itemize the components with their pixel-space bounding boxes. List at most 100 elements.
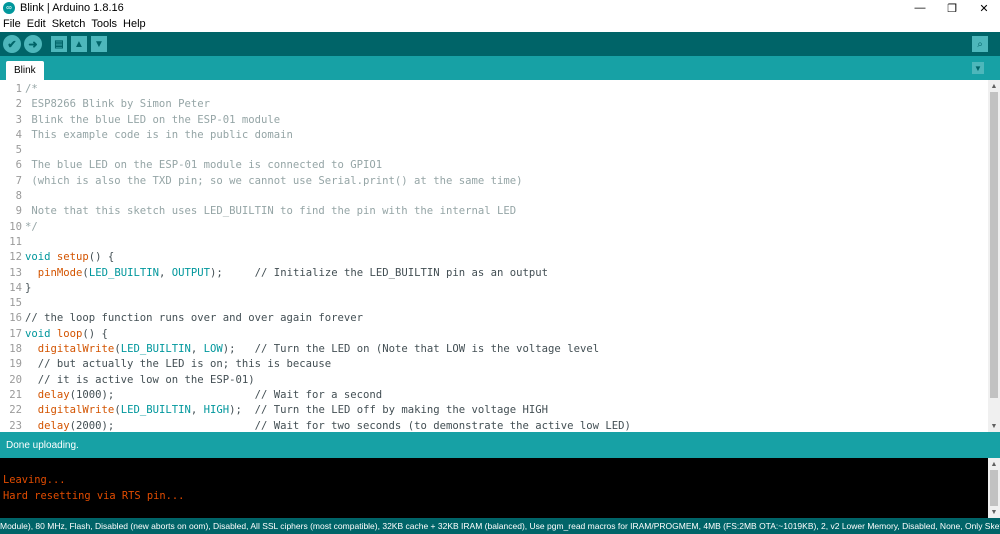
arrow-up-icon: ▲ <box>74 38 84 50</box>
code-line[interactable]: digitalWrite(LED_BUILTIN, HIGH); // Turn… <box>25 403 986 418</box>
tab-menu-button[interactable]: ▼ <box>972 62 984 74</box>
code-token: (which is also the TXD pin; so we cannot… <box>25 174 523 187</box>
code-token: setup <box>56 251 89 264</box>
console-line: Leaving... <box>3 474 66 486</box>
code-area[interactable]: /* ESP8266 Blink by Simon Peter Blink th… <box>25 82 986 432</box>
code-token: , <box>190 404 204 417</box>
menu-bar: File Edit Sketch Tools Help <box>0 16 1000 32</box>
scroll-down-icon[interactable]: ▼ <box>988 420 1000 432</box>
line-number: 16 <box>9 312 22 325</box>
serial-monitor-button[interactable]: ⌕ <box>972 36 988 52</box>
code-token: LED_BUILTIN <box>88 266 159 279</box>
code-token: } <box>25 281 32 294</box>
line-number: 13 <box>9 266 22 279</box>
chevron-down-icon: ▼ <box>974 63 982 73</box>
code-token: ESP8266 Blink by Simon Peter <box>25 98 210 111</box>
close-button[interactable]: ✕ <box>968 0 1000 16</box>
line-number: 14 <box>9 281 22 294</box>
code-token: */ <box>25 220 38 233</box>
code-line[interactable]: /* <box>25 82 986 97</box>
toolbar: ✔ ➜ ▤ ▲ ▼ ⌕ <box>0 32 1000 56</box>
console-vertical-scrollbar[interactable]: ▲ ▼ <box>988 458 1000 518</box>
code-line[interactable]: delay(1000); // Wait for a second <box>25 388 986 403</box>
code-line[interactable]: (which is also the TXD pin; so we cannot… <box>25 174 986 189</box>
line-number: 22 <box>9 404 22 417</box>
menu-edit[interactable]: Edit <box>27 18 46 30</box>
save-sketch-button[interactable]: ▼ <box>91 36 107 52</box>
code-token: , <box>158 266 172 279</box>
line-number: 12 <box>9 251 22 264</box>
line-number: 8 <box>15 190 22 203</box>
code-line[interactable]: The blue LED on the ESP-01 module is con… <box>25 158 986 173</box>
arduino-logo-icon: ∞ <box>3 2 15 14</box>
window-controls: — ❐ ✕ <box>904 0 1000 16</box>
window-title: Blink | Arduino 1.8.16 <box>20 2 124 14</box>
line-number: 17 <box>9 327 22 340</box>
code-token: // it is active low on the ESP-01) <box>25 373 255 386</box>
code-line[interactable] <box>25 235 986 250</box>
menu-file[interactable]: File <box>3 18 21 30</box>
code-token: , <box>190 343 204 356</box>
arrow-right-icon: ➜ <box>28 38 38 51</box>
scroll-up-icon[interactable]: ▲ <box>988 80 1000 92</box>
menu-tools[interactable]: Tools <box>91 18 117 30</box>
code-editor[interactable]: 1 2 3 4 5 6 7 8 9 10 11 12 13 14 15 16 17 18 19 20 21 22 23 /*… <box>0 80 1000 432</box>
code-line[interactable]: Note that this sketch uses LED_BUILTIN t… <box>25 204 986 219</box>
code-token: ); // Turn the LED off by making the vol… <box>229 404 549 417</box>
code-token: Blink the blue LED on the ESP-01 module <box>25 113 281 126</box>
editor-vertical-scrollbar[interactable]: ▲ ▼ <box>988 80 1000 432</box>
code-token: LOW <box>203 343 223 356</box>
code-line[interactable]: // it is active low on the ESP-01) <box>25 373 986 388</box>
code-line[interactable]: void loop() { <box>25 327 986 342</box>
menu-help[interactable]: Help <box>123 18 146 30</box>
code-line[interactable]: // the loop function runs over and over … <box>25 311 986 326</box>
upload-button[interactable]: ➜ <box>24 35 42 53</box>
code-token: void <box>25 327 51 340</box>
console-line: Hard resetting via RTS pin... <box>3 489 185 502</box>
line-number: 2 <box>15 98 22 111</box>
new-sketch-button[interactable]: ▤ <box>51 36 67 52</box>
code-line[interactable]: digitalWrite(LED_BUILTIN, LOW); // Turn … <box>25 342 986 357</box>
code-line[interactable]: } <box>25 281 986 296</box>
code-line[interactable]: Blink the blue LED on the ESP-01 module <box>25 113 986 128</box>
code-line[interactable] <box>25 143 986 158</box>
tab-label: Blink <box>14 65 36 76</box>
code-line[interactable]: */ <box>25 220 986 235</box>
tab-blink[interactable]: Blink <box>6 61 44 80</box>
line-number: 19 <box>9 358 22 371</box>
code-line[interactable]: void setup() { <box>25 250 986 265</box>
code-line[interactable] <box>25 296 986 311</box>
scroll-up-icon[interactable]: ▲ <box>988 458 1000 470</box>
code-line[interactable]: This example code is in the public domai… <box>25 128 986 143</box>
line-number: 7 <box>15 174 22 187</box>
tab-bar: Blink ▼ <box>0 56 1000 80</box>
verify-button[interactable]: ✔ <box>3 35 21 53</box>
scroll-down-icon[interactable]: ▼ <box>988 506 1000 518</box>
code-line[interactable]: delay(2000); // Wait for two seconds (to… <box>25 419 986 432</box>
code-token: void <box>25 251 51 264</box>
code-token: OUTPUT <box>171 266 211 279</box>
code-line[interactable]: pinMode(LED_BUILTIN, OUTPUT); // Initial… <box>25 266 986 281</box>
console-output[interactable]: Leaving... Hard resetting via RTS pin...… <box>0 458 1000 518</box>
line-number: 1 <box>15 83 22 95</box>
open-sketch-button[interactable]: ▲ <box>71 36 87 52</box>
line-number-gutter: 1 2 3 4 5 6 7 8 9 10 11 12 13 14 15 16 17 18 19 20 21 22 23 <box>0 82 22 432</box>
code-line[interactable]: // but actually the LED is on; this is b… <box>25 357 986 372</box>
code-token: // but actually the LED is on; this is b… <box>25 358 332 371</box>
code-token: pinMode <box>37 266 83 279</box>
minimize-button[interactable]: — <box>904 0 936 16</box>
console-scroll-thumb[interactable] <box>990 470 998 506</box>
code-token: (1000); // Wait for a second <box>69 388 383 401</box>
code-line[interactable] <box>25 189 986 204</box>
code-token: Note that this sketch uses LED_BUILTIN t… <box>25 205 517 218</box>
code-token: // the loop function runs over and over … <box>25 312 364 325</box>
status-message: Done uploading. <box>6 439 79 451</box>
maximize-button[interactable]: ❐ <box>936 0 968 16</box>
code-line[interactable]: ESP8266 Blink by Simon Peter <box>25 97 986 112</box>
line-number: 21 <box>9 388 22 401</box>
editor-scroll-thumb[interactable] <box>990 92 998 398</box>
menu-sketch[interactable]: Sketch <box>52 18 86 30</box>
